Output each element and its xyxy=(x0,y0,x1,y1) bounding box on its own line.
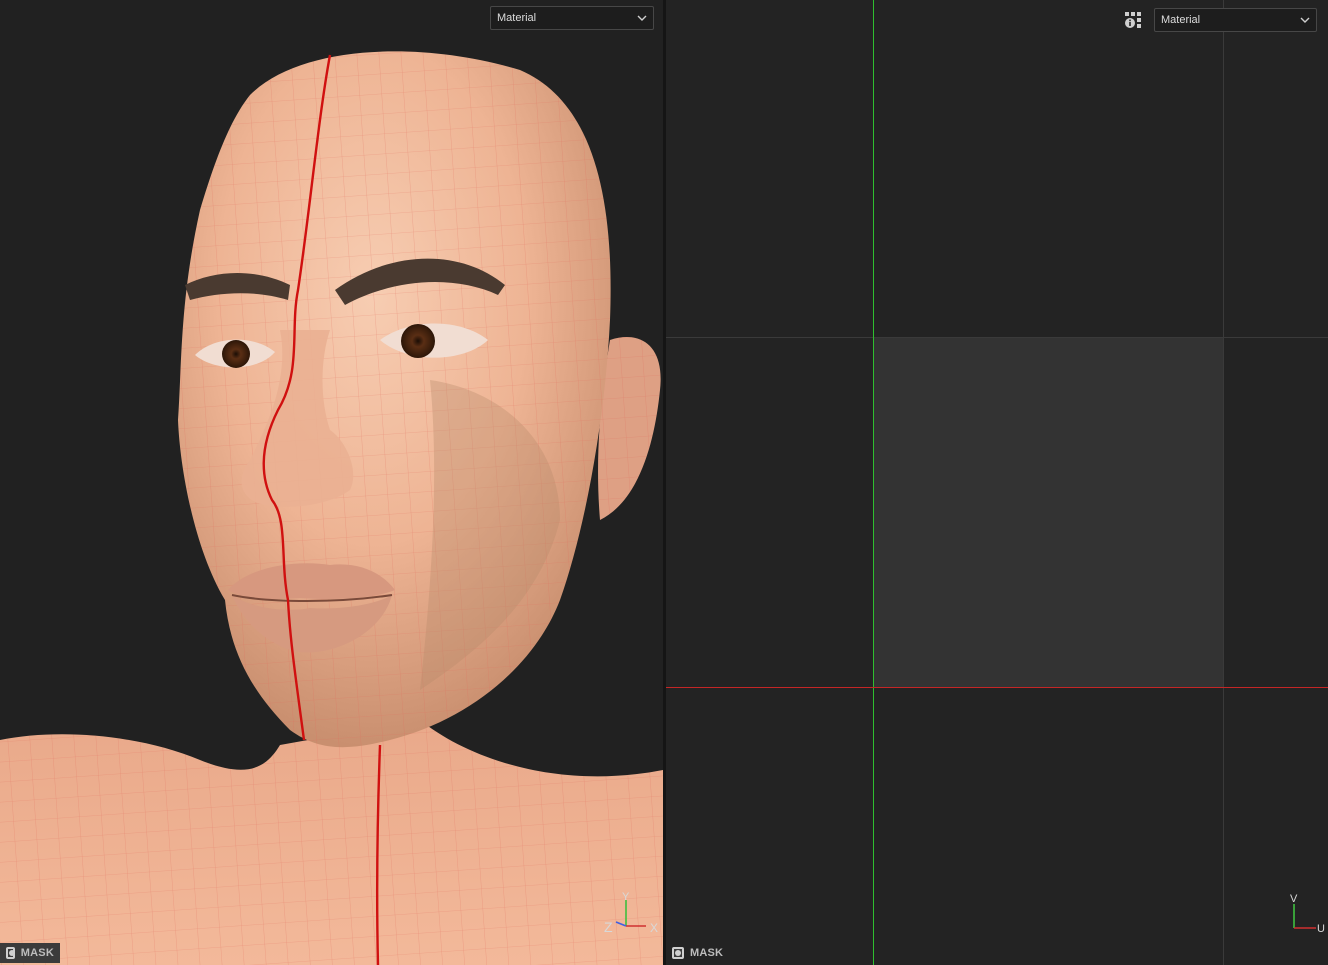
shading-mode-dropdown[interactable]: Material xyxy=(490,6,654,30)
uv-grid-line xyxy=(666,337,1328,338)
axis-label-u: U xyxy=(1317,923,1325,934)
u-axis-line xyxy=(666,687,1328,688)
info-grid-icon[interactable] xyxy=(1124,11,1142,29)
v-axis-line xyxy=(873,0,874,965)
chevron-down-icon xyxy=(1300,17,1310,23)
axis-label-z: Z xyxy=(604,919,613,935)
uv-viewport[interactable]: Material V U MASK xyxy=(666,0,1328,965)
uv-shading-mode-dropdown[interactable]: Material xyxy=(1154,8,1317,32)
head-model[interactable] xyxy=(0,0,663,965)
mask-icon xyxy=(6,947,15,959)
shading-mode-value: Material xyxy=(497,12,537,24)
uv-shading-mode-value: Material xyxy=(1161,14,1201,26)
uv-tile xyxy=(873,337,1223,687)
uv-mask-toggle[interactable]: MASK xyxy=(666,943,729,963)
3d-viewport[interactable]: Material Z Y X MASK xyxy=(0,0,663,965)
mask-toggle[interactable]: MASK xyxy=(0,943,60,963)
axis-label-v: V xyxy=(1290,893,1298,905)
uv-mask-label: MASK xyxy=(690,947,724,959)
mask-label: MASK xyxy=(20,947,54,959)
chevron-down-icon xyxy=(637,15,647,21)
axis-gizmo: Z Y X xyxy=(604,892,658,935)
uv-grid-line xyxy=(1223,0,1224,965)
mask-icon xyxy=(672,947,684,959)
axis-label-y: Y xyxy=(622,892,630,903)
axis-label-x: X xyxy=(650,921,658,935)
uv-axis-gizmo: V U xyxy=(1290,893,1325,934)
